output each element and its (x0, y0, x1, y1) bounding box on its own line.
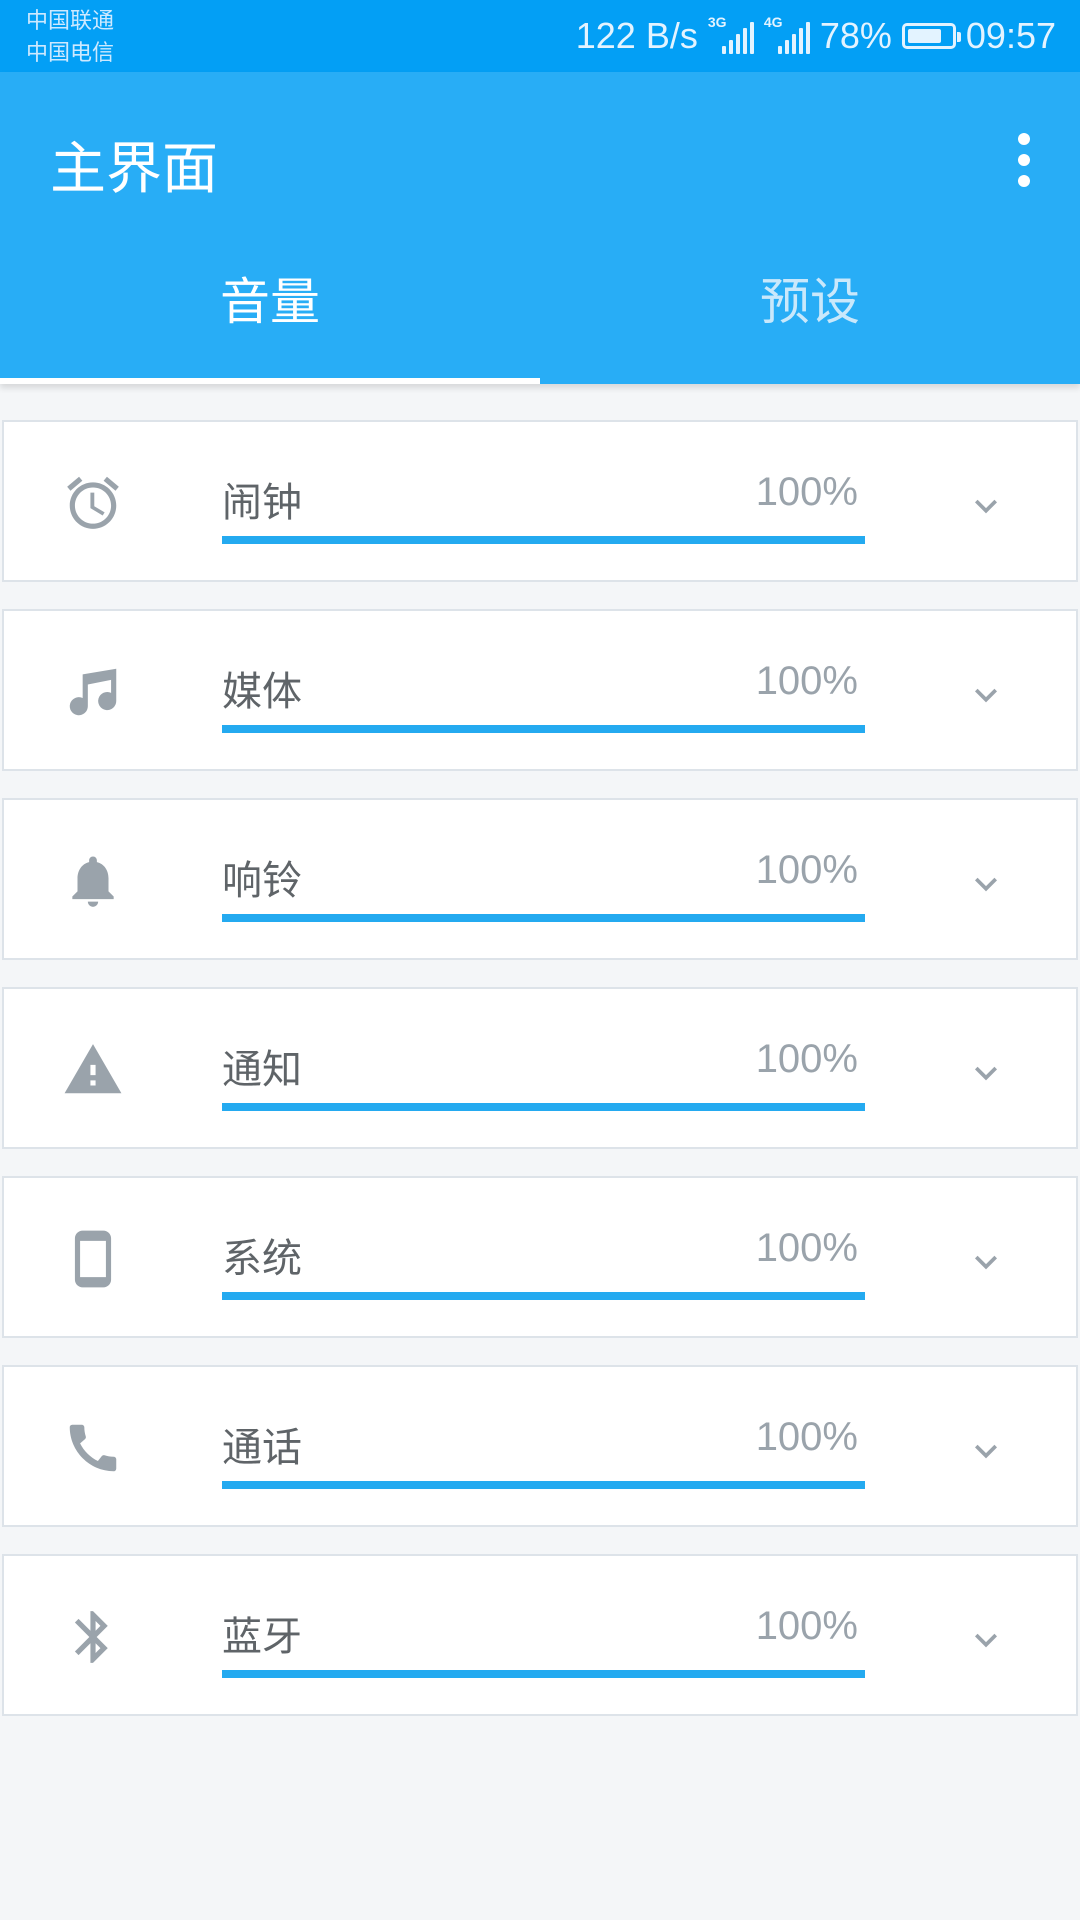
chevron-down-icon[interactable] (962, 860, 1010, 908)
warning-icon (62, 1039, 124, 1101)
signal-3g-icon: 3G (708, 14, 754, 54)
battery-percent: 78% (819, 15, 892, 56)
volume-percent: 100% (755, 1037, 858, 1081)
volume-label: 系统 (222, 1236, 302, 1282)
page-title: 主界面 (50, 137, 218, 202)
chevron-down-icon[interactable] (962, 1616, 1010, 1664)
volume-slider-fill (222, 725, 865, 733)
music-note-icon (62, 661, 124, 723)
tab-presets[interactable]: 预设 (540, 234, 1080, 384)
volume-slider-fill (222, 1481, 865, 1489)
volume-percent: 100% (755, 848, 858, 892)
volume-slider[interactable] (222, 1670, 865, 1678)
clock: 09:57 (965, 15, 1056, 56)
volume-label: 闹钟 (222, 480, 302, 526)
battery-icon (901, 23, 961, 49)
more-vert-icon[interactable] (1004, 124, 1044, 196)
volume-row: 蓝牙 100% (2, 1554, 1078, 1716)
volume-row: 媒体 100% (2, 609, 1078, 771)
volume-percent: 100% (755, 1226, 858, 1270)
volume-slider-fill (222, 1292, 865, 1300)
volume-percent: 100% (755, 659, 858, 703)
battery-level (907, 29, 941, 43)
volume-slider-fill (222, 1670, 865, 1678)
signal-3g-label: 3G (707, 14, 727, 30)
volume-slider[interactable] (222, 914, 865, 922)
status-bar: 中国联通 中国电信 122 B/s 3G 4G 78% 09:57 (0, 0, 1080, 72)
bluetooth-icon (62, 1606, 124, 1668)
carrier-1: 中国联通 (26, 9, 115, 34)
chevron-down-icon[interactable] (962, 482, 1010, 530)
volume-percent: 100% (755, 470, 858, 514)
volume-slider[interactable] (222, 1103, 865, 1111)
volume-label: 通话 (222, 1425, 302, 1471)
chevron-down-icon[interactable] (962, 1427, 1010, 1475)
volume-slider[interactable] (222, 1292, 865, 1300)
call-icon (62, 1417, 124, 1479)
volume-slider-fill (222, 536, 865, 544)
bell-icon (62, 850, 124, 912)
network-speed: 122 B/s (575, 15, 698, 56)
volume-slider[interactable] (222, 1481, 865, 1489)
volume-label: 蓝牙 (222, 1614, 302, 1660)
volume-percent: 100% (755, 1604, 858, 1648)
volume-row: 通话 100% (2, 1365, 1078, 1527)
status-right: 122 B/s 3G 4G 78% 09:57 (576, 0, 1056, 72)
volume-slider-fill (222, 914, 865, 922)
tab-bar: 音量 预设 (0, 234, 1080, 384)
volume-percent: 100% (755, 1415, 858, 1459)
volume-row: 通知 100% (2, 987, 1078, 1149)
chevron-down-icon[interactable] (962, 671, 1010, 719)
signal-4g-label: 4G (763, 14, 783, 30)
volume-label: 通知 (222, 1047, 302, 1093)
volume-row: 闹钟 100% (2, 420, 1078, 582)
chevron-down-icon[interactable] (962, 1238, 1010, 1286)
signal-4g-icon: 4G (764, 14, 810, 54)
volume-slider[interactable] (222, 536, 865, 544)
volume-row: 系统 100% (2, 1176, 1078, 1338)
carrier-2: 中国电信 (26, 41, 115, 66)
phone-device-icon (62, 1228, 124, 1290)
app-bar: 主界面 音量 预设 (0, 72, 1080, 384)
volume-label: 响铃 (222, 858, 302, 904)
alarm-icon (62, 472, 124, 534)
chevron-down-icon[interactable] (962, 1049, 1010, 1097)
volume-slider[interactable] (222, 725, 865, 733)
volume-slider-fill (222, 1103, 865, 1111)
tab-volume[interactable]: 音量 (0, 234, 540, 384)
volume-label: 媒体 (222, 669, 302, 715)
carrier-info: 中国联通 中国电信 (26, 6, 114, 70)
volume-row: 响铃 100% (2, 798, 1078, 960)
